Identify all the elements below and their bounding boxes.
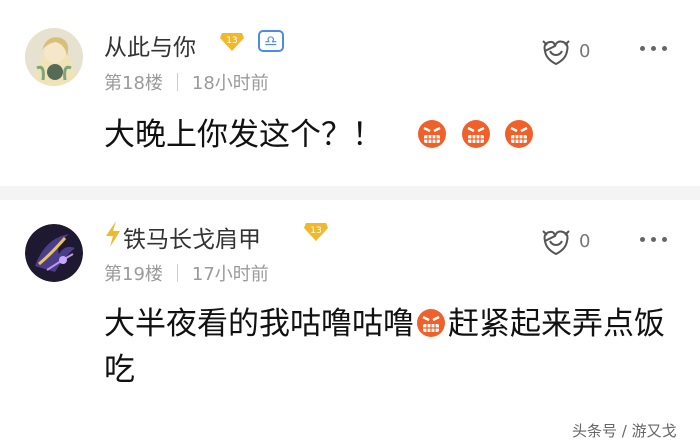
timestamp: 17小时前 [191,264,269,285]
floor-label: 第19楼 [104,264,163,285]
like-button[interactable]: 0 [540,227,610,257]
like-hands-icon [542,230,570,256]
comment-text-part1: 大半夜看的我咕噜咕噜 [104,306,414,342]
username[interactable]: 铁马长戈肩甲 [123,220,261,254]
level-badge-icon: 13 [302,220,330,242]
like-count: 0 [579,231,591,252]
comment-item: 铁马长戈肩甲 13 第19楼 17小时前 0 大半夜看的我咕噜咕噜 赶紧起来弄点饭… [0,0,700,446]
more-dots-icon[interactable] [640,237,668,247]
avatar[interactable] [25,224,83,282]
meta-divider [176,264,178,282]
comment-meta: 第19楼 17小时前 [104,260,269,286]
comment-text: 大半夜看的我咕噜咕噜 赶紧起来弄点饭吃 [104,301,684,393]
angry-face-emoji [417,309,445,337]
level-number: 13 [310,226,321,236]
lightning-bolt-icon [104,220,122,248]
watermark: 头条号 / 游又戈 [572,422,677,440]
